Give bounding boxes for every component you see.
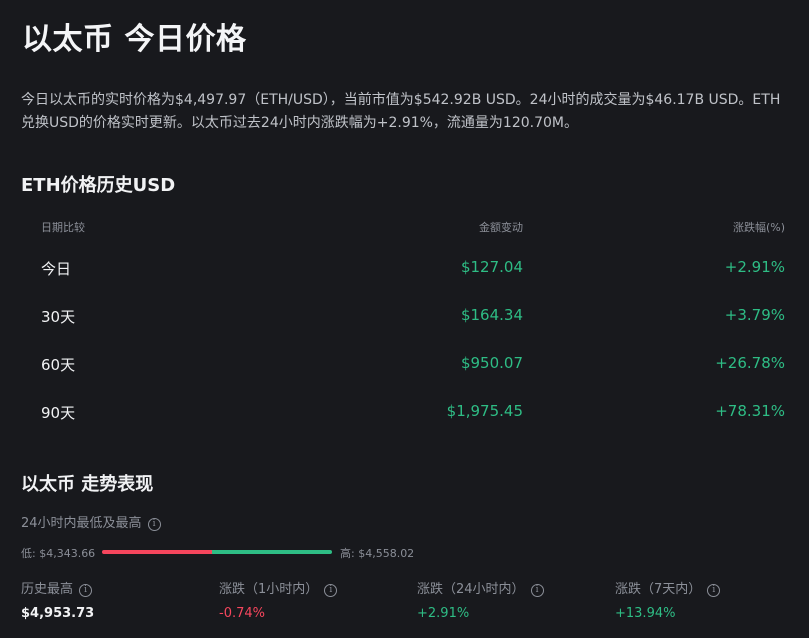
info-icon[interactable]: i (324, 584, 338, 597)
stat-label: 涨跌（24小时内） i (417, 578, 544, 597)
row-period: 90天 (41, 404, 76, 422)
row-pct: +26.78% (715, 354, 785, 372)
range-bar-high-segment (212, 550, 332, 554)
history-header-pct: 涨跌幅(%) (732, 221, 785, 234)
table-row: 30天 $164.34 +3.79% (0, 306, 809, 330)
range-label: 24小时内最低及最高 i (21, 512, 161, 531)
row-amount: $164.34 (460, 306, 523, 324)
intro-paragraph: 今日以太币的实时价格为$4,497.97（ETH/USD），当前市值为$542.… (21, 92, 781, 131)
stat-label: 历史最高 i (21, 578, 94, 597)
table-row: 今日 $127.04 +2.91% (0, 258, 809, 282)
stat-all-time-high: 历史最高 i $4,953.73 (21, 578, 94, 621)
row-amount: $950.07 (460, 354, 523, 372)
stat-value: +13.94% (615, 606, 676, 621)
stat-change-1h: 涨跌（1小时内） i -0.74% (219, 578, 338, 621)
row-period: 60天 (41, 356, 76, 374)
table-row: 90天 $1,975.45 +78.31% (0, 402, 809, 426)
info-icon[interactable]: i (707, 584, 721, 597)
stat-label: 涨跌（1小时内） i (219, 578, 338, 597)
table-row: 60天 $950.07 +26.78% (0, 354, 809, 378)
row-pct: +78.31% (715, 402, 785, 420)
history-header-period: 日期比较 (41, 221, 85, 234)
history-section-title: ETH价格历史USD (21, 175, 176, 196)
info-icon[interactable]: i (79, 584, 93, 597)
page-title: 以太币 今日价格 (22, 22, 247, 57)
row-pct: +3.79% (724, 306, 785, 324)
stat-label: 涨跌（7天内） i (615, 578, 721, 597)
row-pct: +2.91% (724, 258, 785, 276)
range-label-text: 24小时内最低及最高 (21, 516, 142, 531)
low-price-label: 低: $4,343.66 (21, 547, 96, 560)
stat-change-24h: 涨跌（24小时内） i +2.91% (417, 578, 544, 621)
row-period: 今日 (41, 260, 72, 278)
info-icon[interactable]: i (147, 518, 161, 531)
row-period: 30天 (41, 308, 76, 326)
info-icon[interactable]: i (530, 584, 544, 597)
performance-section-title: 以太币 走势表现 (21, 474, 154, 495)
row-amount: $127.04 (460, 258, 523, 276)
stat-value: +2.91% (417, 606, 470, 621)
stat-value: $4,953.73 (21, 606, 95, 621)
stat-value: -0.74% (219, 606, 265, 621)
stat-change-7d: 涨跌（7天内） i +13.94% (615, 578, 721, 621)
row-amount: $1,975.45 (446, 402, 523, 420)
range-bar (102, 550, 332, 554)
high-price-label: 高: $4,558.02 (340, 547, 415, 560)
range-bar-low-segment (102, 550, 213, 554)
history-header-amount: 金额变动 (479, 221, 523, 234)
